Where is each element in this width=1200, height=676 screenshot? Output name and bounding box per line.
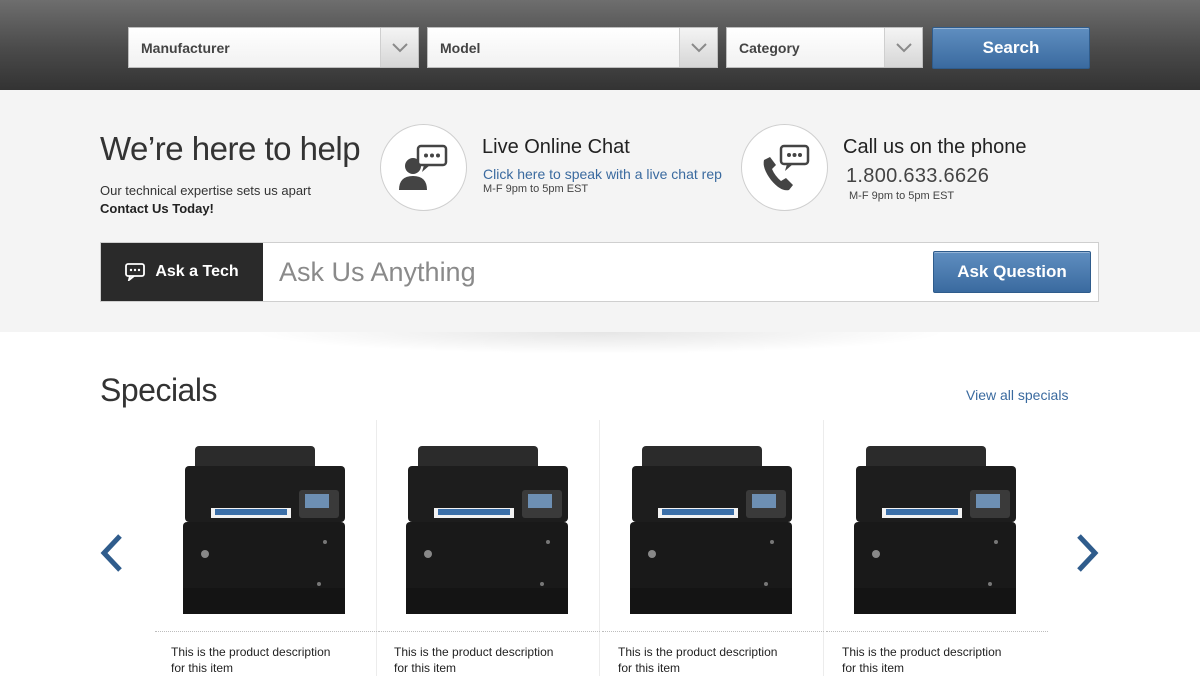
- chevron-right-icon[interactable]: [1073, 532, 1103, 574]
- band-shadow: [250, 332, 950, 354]
- printer-image[interactable]: [404, 446, 570, 621]
- speech-bubble-icon: [125, 263, 146, 281]
- help-subtitle: Our technical expertise sets us apart: [100, 183, 311, 198]
- specials-title: Specials: [100, 372, 217, 408]
- manufacturer-select-label: Manufacturer: [141, 39, 230, 56]
- manufacturer-select[interactable]: Manufacturer: [128, 27, 419, 68]
- chat-title: Live Online Chat: [482, 136, 630, 158]
- help-section: We’re here to help Our technical experti…: [0, 90, 1200, 332]
- model-select[interactable]: Model: [427, 27, 718, 68]
- chevron-down-icon[interactable]: [884, 28, 922, 67]
- chevron-down-icon[interactable]: [679, 28, 717, 67]
- chat-hours: M-F 9pm to 5pm EST: [483, 183, 589, 195]
- phone-hours: M-F 9pm to 5pm EST: [849, 190, 955, 202]
- card-rule: [602, 631, 824, 632]
- printer-image[interactable]: [181, 446, 347, 621]
- product-description: This is the product description for this…: [394, 644, 574, 676]
- chevron-left-icon[interactable]: [96, 532, 126, 574]
- ask-question-input[interactable]: Ask Us Anything: [279, 257, 476, 288]
- ask-a-tech-tab[interactable]: Ask a Tech: [101, 243, 263, 301]
- model-select-label: Model: [440, 39, 481, 56]
- product-description-line: This is the product description: [394, 645, 554, 659]
- product-description-line: This is the product description: [842, 645, 1002, 659]
- product-description-line: for this item: [618, 661, 681, 675]
- ask-a-tech-bar: Ask a Tech Ask Us Anything Ask Question: [100, 242, 1099, 302]
- printer-image[interactable]: [852, 446, 1018, 621]
- card-divider: [376, 420, 377, 676]
- product-card[interactable]: This is the product description for this…: [155, 420, 377, 676]
- category-select[interactable]: Category: [726, 27, 923, 68]
- search-bar: Manufacturer Model Category Search: [0, 0, 1200, 90]
- card-rule: [826, 631, 1048, 632]
- product-card[interactable]: This is the product description for this…: [378, 420, 600, 676]
- help-title: We’re here to help: [100, 130, 361, 167]
- category-select-label: Category: [739, 39, 800, 56]
- ask-question-button[interactable]: Ask Question: [933, 251, 1091, 293]
- chevron-down-icon[interactable]: [380, 28, 418, 67]
- product-description-line: for this item: [171, 661, 234, 675]
- product-description: This is the product description for this…: [171, 644, 351, 676]
- product-description-line: This is the product description: [618, 645, 778, 659]
- product-description: This is the product description for this…: [618, 644, 798, 676]
- view-all-specials-link[interactable]: View all specials: [966, 387, 1068, 403]
- ask-a-tech-label: Ask a Tech: [155, 263, 239, 280]
- printer-image[interactable]: [628, 446, 794, 621]
- card-rule: [155, 631, 377, 632]
- product-description-line: for this item: [394, 661, 457, 675]
- phone-title: Call us on the phone: [843, 136, 1027, 158]
- chat-agent-icon[interactable]: [380, 124, 467, 211]
- search-button[interactable]: Search: [932, 27, 1090, 69]
- product-description-line: for this item: [842, 661, 905, 675]
- contact-us-link[interactable]: Contact Us Today!: [100, 201, 214, 216]
- phone-chat-icon[interactable]: [741, 124, 828, 211]
- card-divider: [823, 420, 824, 676]
- chat-link[interactable]: Click here to speak with a live chat rep: [483, 166, 722, 182]
- product-card[interactable]: This is the product description for this…: [826, 420, 1048, 676]
- product-card[interactable]: This is the product description for this…: [602, 420, 824, 676]
- product-description-line: This is the product description: [171, 645, 331, 659]
- product-description: This is the product description for this…: [842, 644, 1022, 676]
- card-divider: [599, 420, 600, 676]
- phone-number[interactable]: 1.800.633.6626: [846, 165, 989, 188]
- card-rule: [378, 631, 600, 632]
